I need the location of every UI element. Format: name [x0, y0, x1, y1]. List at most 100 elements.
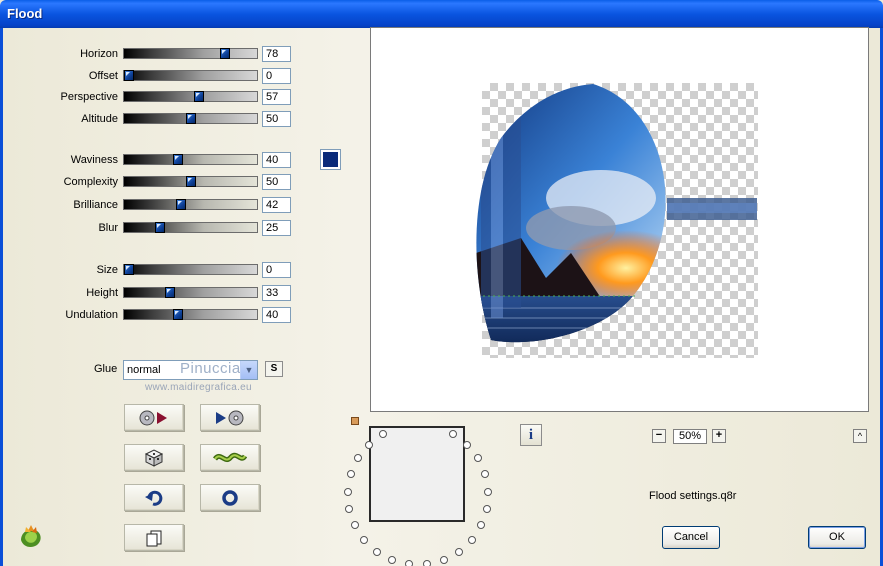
- slider-label: Size: [96, 264, 118, 276]
- navigator-handle[interactable]: [351, 417, 359, 425]
- slider-track-size[interactable]: [123, 264, 258, 275]
- slider-value-waviness[interactable]: 40: [262, 152, 291, 168]
- random-button[interactable]: [124, 444, 184, 471]
- slider-label: Waviness: [70, 154, 118, 166]
- color-swatch-fill: [323, 152, 338, 167]
- reset-button[interactable]: [200, 484, 260, 511]
- slider-row-undulation: Undulation: [0, 307, 118, 325]
- zoom-out-button[interactable]: −: [652, 429, 666, 443]
- navigator-dot[interactable]: [344, 487, 353, 496]
- color-swatch[interactable]: [320, 149, 341, 170]
- s-button[interactable]: S: [265, 361, 283, 377]
- slider-value-height[interactable]: 33: [262, 285, 291, 301]
- reset-icon: [222, 489, 238, 506]
- slider-track-undulation[interactable]: [123, 309, 258, 320]
- navigator-dot[interactable]: [365, 440, 374, 449]
- chevron-down-icon[interactable]: ▼: [240, 361, 257, 379]
- navigator-dot[interactable]: [439, 556, 448, 565]
- title-bar: Flood: [0, 0, 883, 28]
- slider-thumb[interactable]: [124, 70, 134, 81]
- slider-track-blur[interactable]: [123, 222, 258, 233]
- navigator-dot[interactable]: [467, 535, 476, 544]
- slider-label: Perspective: [60, 91, 118, 103]
- slider-row-waviness: Waviness: [0, 152, 118, 170]
- copy-button[interactable]: [124, 524, 184, 551]
- slider-label: Offset: [88, 70, 118, 82]
- slider-thumb[interactable]: [165, 287, 175, 298]
- navigator-preview[interactable]: [369, 426, 465, 522]
- navigator-dot[interactable]: [405, 560, 414, 566]
- slider-value-offset[interactable]: 0: [262, 68, 291, 84]
- slider-row-horizon: Horizon: [0, 46, 118, 64]
- slider-thumb[interactable]: [124, 264, 134, 275]
- slider-thumb[interactable]: [173, 154, 183, 165]
- slider-track-brilliance[interactable]: [123, 199, 258, 210]
- zoom-level: 50%: [673, 429, 707, 444]
- slider-track-altitude[interactable]: [123, 113, 258, 124]
- slider-track-horizon[interactable]: [123, 48, 258, 59]
- slider-value-complexity[interactable]: 50: [262, 174, 291, 190]
- slider-row-brilliance: Brilliance: [0, 197, 118, 215]
- slider-label: Blur: [98, 222, 118, 234]
- slider-row-offset: Offset: [0, 68, 118, 86]
- slider-value-brilliance[interactable]: 42: [262, 197, 291, 213]
- collapse-button[interactable]: ^: [853, 429, 867, 443]
- undo-icon: [145, 490, 163, 506]
- slider-track-height[interactable]: [123, 287, 258, 298]
- slider-value-undulation[interactable]: 40: [262, 307, 291, 323]
- random-dice-icon: [144, 448, 164, 467]
- navigator-dot[interactable]: [373, 547, 382, 556]
- slider-track-waviness[interactable]: [123, 154, 258, 165]
- settings-filename: Flood settings.q8r: [649, 490, 737, 502]
- plugin-logo-icon: [21, 525, 41, 548]
- wave-button[interactable]: [200, 444, 260, 471]
- slider-label: Altitude: [81, 113, 118, 125]
- slider-row-altitude: Altitude: [0, 111, 118, 129]
- copy-icon: [146, 530, 162, 546]
- save-preset-button[interactable]: [200, 404, 260, 431]
- preview-canvas[interactable]: [370, 27, 869, 412]
- slider-value-size[interactable]: 0: [262, 262, 291, 278]
- slider-thumb[interactable]: [194, 91, 204, 102]
- slider-thumb[interactable]: [176, 199, 186, 210]
- navigator-dot[interactable]: [422, 560, 431, 566]
- watermark-url: www.maidiregrafica.eu: [145, 382, 252, 393]
- slider-label: Complexity: [63, 176, 118, 188]
- glue-select[interactable]: normal Pinuccia ▼: [123, 360, 258, 380]
- wave-icon: [213, 452, 247, 462]
- slider-track-complexity[interactable]: [123, 176, 258, 187]
- slider-value-perspective[interactable]: 57: [262, 89, 291, 105]
- navigator-dot[interactable]: [454, 547, 463, 556]
- zoom-in-button[interactable]: +: [712, 429, 726, 443]
- slider-row-perspective: Perspective: [0, 89, 118, 107]
- slider-value-horizon[interactable]: 78: [262, 46, 291, 62]
- glue-watermark: Pinuccia: [180, 360, 241, 377]
- slider-value-altitude[interactable]: 50: [262, 111, 291, 127]
- slider-thumb[interactable]: [155, 222, 165, 233]
- slider-thumb[interactable]: [173, 309, 183, 320]
- load-preset-button[interactable]: [124, 404, 184, 431]
- navigator-dot[interactable]: [482, 504, 491, 513]
- slider-label: Undulation: [65, 309, 118, 321]
- slider-label: Horizon: [80, 48, 118, 60]
- slider-track-perspective[interactable]: [123, 91, 258, 102]
- slider-thumb[interactable]: [186, 113, 196, 124]
- navigator-dot[interactable]: [462, 440, 471, 449]
- ok-button[interactable]: OK: [808, 526, 866, 549]
- navigator-dot[interactable]: [483, 487, 492, 496]
- load-preset-icon: [139, 410, 167, 425]
- flood-preview-image: [476, 84, 757, 343]
- slider-row-blur: Blur: [0, 220, 118, 238]
- slider-thumb[interactable]: [186, 176, 196, 187]
- glue-label: Glue: [94, 363, 118, 375]
- cancel-button[interactable]: Cancel: [662, 526, 720, 549]
- save-preset-icon: [216, 410, 244, 425]
- window-title: Flood: [7, 6, 43, 21]
- slider-track-offset[interactable]: [123, 70, 258, 81]
- slider-row-complexity: Complexity: [0, 174, 118, 192]
- slider-thumb[interactable]: [220, 48, 230, 59]
- slider-label: Height: [86, 287, 118, 299]
- undo-button[interactable]: [124, 484, 184, 511]
- slider-value-blur[interactable]: 25: [262, 220, 291, 236]
- info-button[interactable]: i: [520, 424, 542, 446]
